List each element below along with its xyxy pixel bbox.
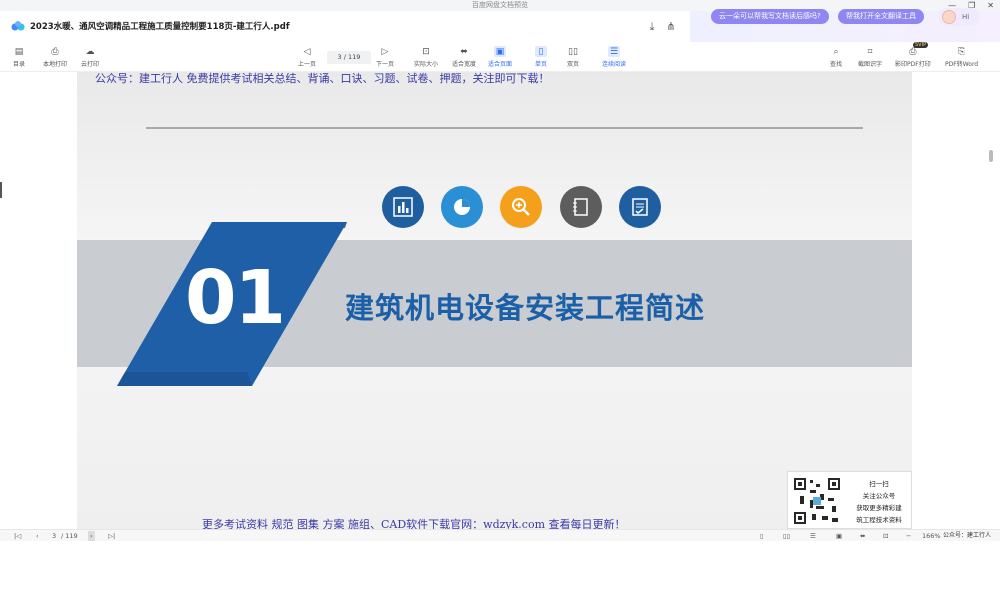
document-viewer[interactable]: 01 建筑机电设备安装工程简述 公众号：建工行人 免费提供考试相关总结、背诵、口… <box>0 72 1000 601</box>
magnifier-icon <box>500 186 542 228</box>
arrow-left-icon: ◁ <box>303 46 311 57</box>
bar-chart-icon <box>382 186 424 228</box>
share-icon[interactable]: ⋔ <box>664 20 678 34</box>
translate-tool-pill[interactable]: 帮我打开全文翻译工具 <box>838 9 924 24</box>
scrollbar-thumb[interactable] <box>989 150 993 162</box>
fit-view-icon[interactable]: ▣ <box>836 531 842 541</box>
cloud-print-button[interactable]: ☁ 云打印 <box>81 46 99 69</box>
qr-code-image <box>792 476 842 526</box>
document-title: 2023水暖、通风空调精品工程施工质量控制要118页-建工行人.pdf <box>30 22 290 32</box>
continuous-read-button[interactable]: ☰ 连续阅读 <box>602 46 626 68</box>
bottom-page-total: / 119 <box>61 532 78 540</box>
watermark-text: 公众号：建工行人 <box>943 532 992 539</box>
local-print-button[interactable]: ⎙ 本地打印 <box>43 46 67 69</box>
next-page-icon[interactable]: › <box>88 531 95 541</box>
zoom-out-icon[interactable]: − <box>906 531 911 541</box>
search-button[interactable]: ⌕ 查找 <box>830 46 842 69</box>
printer-icon: ⎙ <box>51 46 59 57</box>
divider-line <box>146 127 863 129</box>
section-number: 01 <box>185 255 286 341</box>
ai-suggestion-pill[interactable]: 云一朵可以帮我写文档读后感吗? <box>711 9 829 24</box>
checklist-icon <box>619 186 661 228</box>
cloud-printer-icon: ☁ <box>85 46 95 57</box>
single-page-icon: ▯ <box>535 46 547 57</box>
assistant-avatar[interactable] <box>942 10 956 24</box>
page-indicator[interactable]: 3 / 119 <box>327 51 371 64</box>
actual-size-icon: ⊡ <box>422 46 430 57</box>
prev-page-icon[interactable]: ‹ <box>36 531 39 541</box>
word-icon: ⎘ <box>957 46 966 57</box>
window-title: 百度网盘文档预览 <box>472 1 528 9</box>
arrow-right-icon: ▷ <box>381 46 389 57</box>
close-icon[interactable]: ✕ <box>987 0 994 11</box>
qr-caption: 扫一扫 关注公众号 获取更多精彩建 筑工程技术资料 <box>856 480 902 524</box>
bottom-bar: |◁ ‹ 3 / 119 › ▷| ▯ ▯▯ ☰ ▣ ⬌ ⊡ − 166% <box>0 529 1000 541</box>
notebook-icon <box>560 186 602 228</box>
scroll-view-icon[interactable]: ☰ <box>810 531 816 541</box>
double-page-icon: ▯▯ <box>568 46 578 57</box>
crop-icon: ⌗ <box>867 46 873 57</box>
next-page-button[interactable]: ▷ 下一页 <box>376 46 394 69</box>
svip-badge: SVIP <box>913 42 929 48</box>
last-page-icon[interactable]: ▷| <box>108 531 115 541</box>
search-icon: ⌕ <box>833 46 839 57</box>
bottom-page-input[interactable]: 3 <box>52 531 56 541</box>
zoom-level[interactable]: 166% <box>922 531 941 541</box>
pdf-to-word-button[interactable]: ⎘ PDF转Word <box>945 46 978 69</box>
width-view-icon[interactable]: ⬌ <box>860 531 865 541</box>
left-edge-marker <box>0 182 2 198</box>
qr-card: 扫一扫 关注公众号 获取更多精彩建 筑工程技术资料 <box>787 471 912 529</box>
actual-view-icon[interactable]: ⊡ <box>883 531 888 541</box>
pie-chart-icon <box>441 186 483 228</box>
page-input[interactable]: 3 <box>338 53 342 61</box>
header-note: 公众号：建工行人 免费提供考试相关总结、背诵、口诀、习题、试卷、押题，关注即可下… <box>95 72 550 85</box>
pdf-print-button[interactable]: ⎙ 影印PDF打印 <box>895 46 931 69</box>
catalog-icon: ▤ <box>14 46 24 57</box>
pdf-page: 01 建筑机电设备安装工程简述 <box>77 72 912 529</box>
catalog-button[interactable]: ▤ 目录 <box>13 46 25 69</box>
double-view-icon[interactable]: ▯▯ <box>783 531 790 541</box>
section-heading: 建筑机电设备安装工程简述 <box>345 291 706 325</box>
screenshot-ocr-button[interactable]: ⌗ 截图识字 <box>858 46 882 69</box>
fit-width-icon: ⬌ <box>460 46 468 57</box>
prev-page-button[interactable]: ◁ 上一页 <box>298 46 316 69</box>
actual-size-button[interactable]: ⊡ 实际大小 <box>414 46 438 69</box>
first-page-icon[interactable]: |◁ <box>14 531 21 541</box>
fit-page-icon: ▣ <box>494 46 506 57</box>
baidu-netdisk-logo-icon <box>11 21 25 31</box>
fit-width-button[interactable]: ⬌ 适合宽度 <box>452 46 476 69</box>
toolbar: ▤ 目录 ⎙ 本地打印 ☁ 云打印 ◁ 上一页 3 / 119 ▷ 下一页 ⊡ 实际大小 ⬌… <box>0 42 1000 72</box>
double-page-button[interactable]: ▯▯ 双页 <box>567 46 579 69</box>
single-view-icon[interactable]: ▯ <box>760 531 764 541</box>
fit-page-button[interactable]: ▣ 适合页面 <box>488 46 512 68</box>
download-icon[interactable]: ⤓ <box>645 20 659 34</box>
continuous-icon: ☰ <box>608 46 620 57</box>
single-page-button[interactable]: ▯ 单页 <box>535 46 547 68</box>
